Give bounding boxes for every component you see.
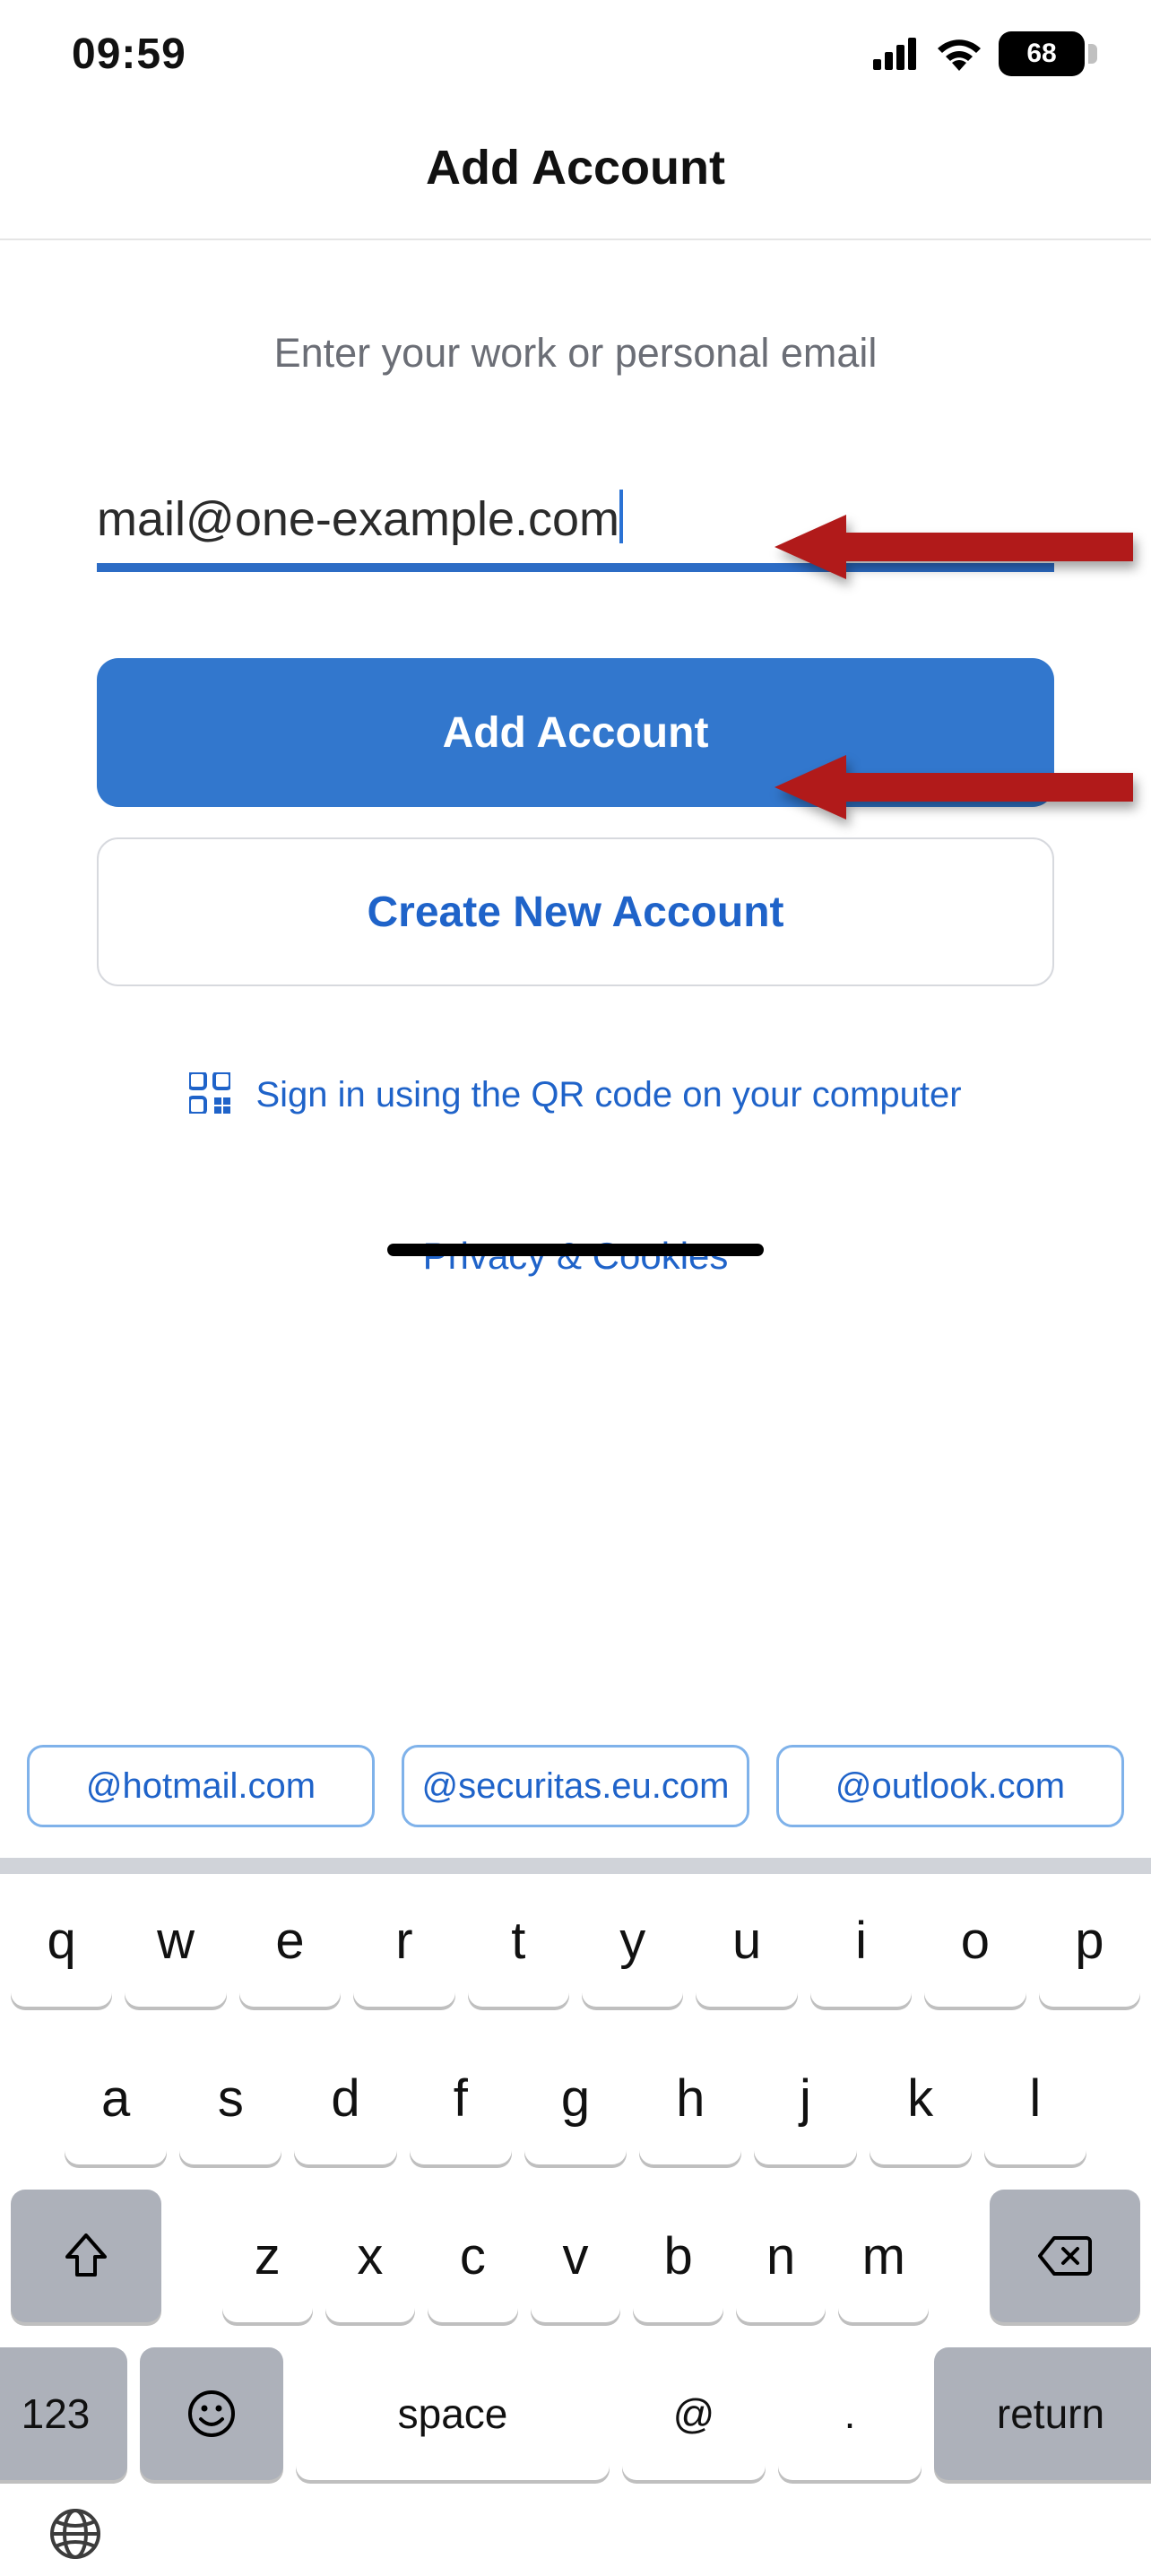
shift-key[interactable] bbox=[11, 2190, 161, 2322]
keyboard-bottom bbox=[11, 2505, 1140, 2576]
keyboard-row-3: zxcvbnm bbox=[11, 2190, 1140, 2322]
key-i[interactable]: i bbox=[810, 1874, 912, 2007]
key-a[interactable]: a bbox=[65, 2032, 167, 2164]
key-r[interactable]: r bbox=[353, 1874, 454, 2007]
numbers-key[interactable]: 123 bbox=[0, 2347, 127, 2480]
home-indicator bbox=[387, 1244, 764, 1256]
add-account-button[interactable]: Add Account bbox=[97, 658, 1054, 807]
key-u[interactable]: u bbox=[696, 1874, 797, 2007]
key-h[interactable]: h bbox=[639, 2032, 741, 2164]
key-q[interactable]: q bbox=[11, 1874, 112, 2007]
battery-icon: 68 bbox=[999, 31, 1097, 76]
qr-signin-row[interactable]: Sign in using the QR code on your comput… bbox=[97, 1072, 1054, 1118]
qr-code-icon bbox=[189, 1072, 230, 1118]
privacy-row: Privacy & Cookies bbox=[97, 1235, 1054, 1278]
suggestion-chip[interactable]: @hotmail.com bbox=[27, 1745, 375, 1827]
key-w[interactable]: w bbox=[125, 1874, 226, 2007]
content: Enter your work or personal email Add Ac… bbox=[0, 240, 1151, 1278]
keyboard-row-2: asdfghjkl bbox=[11, 2032, 1140, 2164]
key-p[interactable]: p bbox=[1039, 1874, 1140, 2007]
key-y[interactable]: y bbox=[582, 1874, 683, 2007]
keyboard-row-1: qwertyuiop bbox=[11, 1874, 1140, 2007]
qr-signin-label: Sign in using the QR code on your comput… bbox=[255, 1075, 961, 1115]
space-key[interactable]: space bbox=[296, 2347, 610, 2480]
key-g[interactable]: g bbox=[524, 2032, 627, 2164]
suggestion-chip[interactable]: @outlook.com bbox=[776, 1745, 1124, 1827]
key-e[interactable]: e bbox=[239, 1874, 341, 2007]
key-o[interactable]: o bbox=[924, 1874, 1026, 2007]
key-s[interactable]: s bbox=[179, 2032, 281, 2164]
status-time: 09:59 bbox=[72, 30, 186, 79]
key-v[interactable]: v bbox=[531, 2190, 621, 2322]
status-indicators: 68 bbox=[873, 31, 1097, 76]
key-j[interactable]: j bbox=[754, 2032, 856, 2164]
cellular-icon bbox=[873, 38, 920, 70]
page-header: Add Account bbox=[0, 108, 1151, 240]
wifi-icon bbox=[936, 37, 982, 71]
email-field-wrap bbox=[97, 484, 1054, 572]
email-prompt: Enter your work or personal email bbox=[97, 330, 1054, 377]
key-x[interactable]: x bbox=[325, 2190, 416, 2322]
text-caret bbox=[619, 490, 623, 543]
suggestion-chip[interactable]: @securitas.eu.com bbox=[402, 1745, 749, 1827]
email-input[interactable] bbox=[97, 484, 1054, 572]
key-m[interactable]: m bbox=[838, 2190, 929, 2322]
return-key[interactable]: return bbox=[934, 2347, 1151, 2480]
status-bar: 09:59 68 bbox=[0, 0, 1151, 108]
globe-key[interactable] bbox=[47, 2505, 104, 2576]
battery-percent: 68 bbox=[1026, 39, 1056, 69]
key-z[interactable]: z bbox=[222, 2190, 313, 2322]
key-t[interactable]: t bbox=[468, 1874, 569, 2007]
page-title: Add Account bbox=[0, 140, 1151, 195]
key-k[interactable]: k bbox=[870, 2032, 972, 2164]
keyboard: qwertyuiop asdfghjkl zxcvbnm 123 space @… bbox=[0, 1858, 1151, 1874]
backspace-key[interactable] bbox=[990, 2190, 1140, 2322]
create-new-account-button[interactable]: Create New Account bbox=[97, 837, 1054, 986]
dot-key[interactable]: . bbox=[778, 2347, 922, 2480]
keyboard-row-4: 123 space @ . return bbox=[11, 2347, 1140, 2480]
key-n[interactable]: n bbox=[736, 2190, 826, 2322]
key-l[interactable]: l bbox=[984, 2032, 1086, 2164]
key-f[interactable]: f bbox=[410, 2032, 512, 2164]
emoji-key[interactable] bbox=[140, 2347, 283, 2480]
key-b[interactable]: b bbox=[633, 2190, 723, 2322]
email-suggestions: @hotmail.com @securitas.eu.com @outlook.… bbox=[0, 1745, 1151, 1827]
key-c[interactable]: c bbox=[428, 2190, 518, 2322]
at-key[interactable]: @ bbox=[622, 2347, 766, 2480]
key-d[interactable]: d bbox=[294, 2032, 396, 2164]
